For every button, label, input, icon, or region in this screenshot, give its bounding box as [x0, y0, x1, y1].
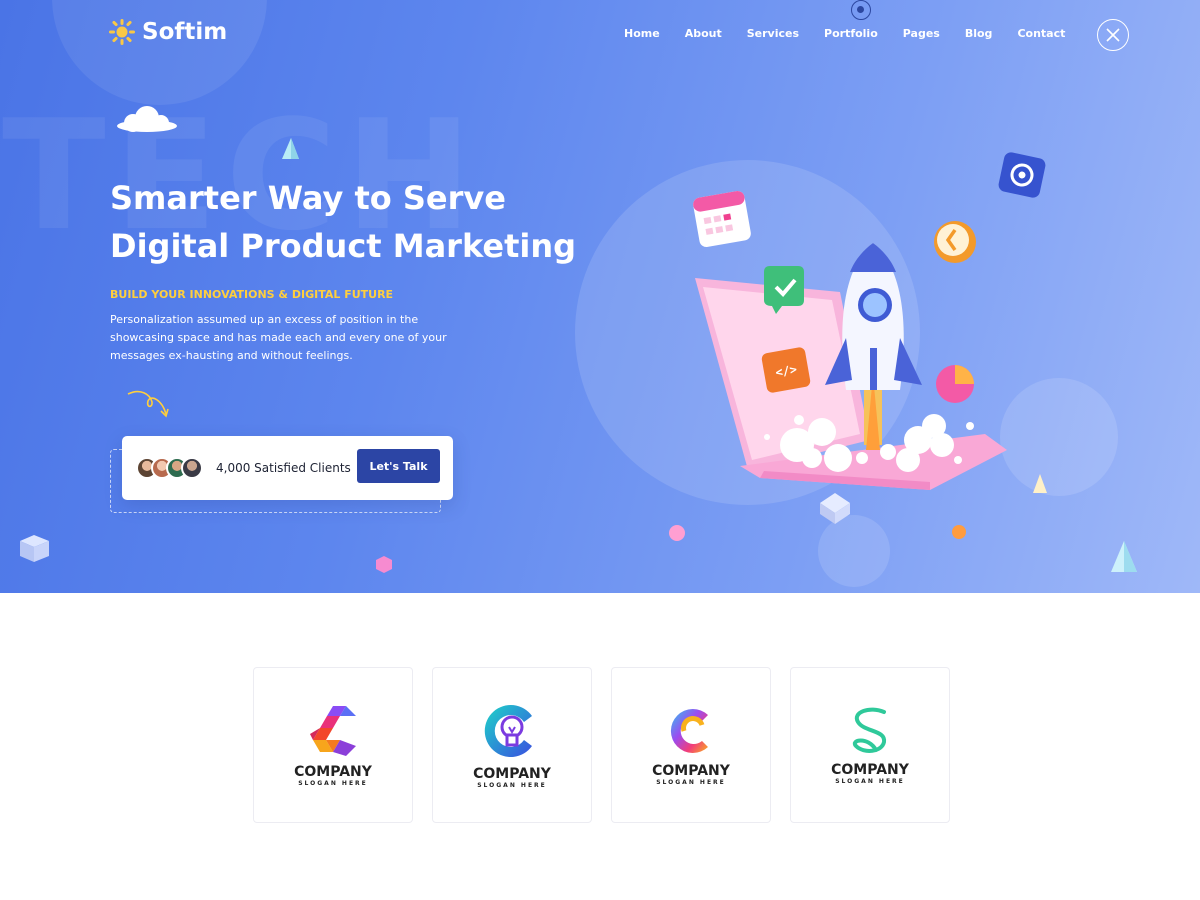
brand-name: COMPANY [831, 761, 909, 778]
brand-card[interactable]: COMPANY SLOGAN HERE [611, 667, 771, 823]
clients-count: 4,000 Satisfied Clients [216, 461, 351, 475]
cube-shape [820, 493, 850, 524]
close-icon [1106, 28, 1120, 42]
gem-shape [376, 556, 392, 573]
logo-text: Softim [142, 19, 228, 45]
curved-arrow-icon [127, 390, 169, 418]
hero-tagline: BUILD YOUR INNOVATIONS & DIGITAL FUTURE [110, 288, 394, 301]
nav-contact[interactable]: Contact [1017, 27, 1065, 40]
hexagon-c-logo-icon [310, 705, 356, 756]
logo[interactable]: Softim [108, 18, 227, 46]
pie-chart-icon [936, 365, 974, 403]
avatar [181, 457, 203, 479]
cube-shape [20, 535, 49, 562]
ball-shape [952, 525, 966, 539]
pyramid-shape [1033, 474, 1047, 493]
hero-section: TECH </> Softim Home About Services Port… [0, 0, 1200, 593]
brand-name: COMPANY [473, 765, 551, 782]
nav-blog[interactable]: Blog [965, 27, 993, 40]
nav-indicator-dot [851, 0, 871, 20]
swirl-c-logo-icon [670, 708, 708, 753]
brand-card[interactable]: COMPANY SLOGAN HERE [253, 667, 413, 823]
hero-paragraph: Personalization assumed up an excess of … [110, 313, 447, 362]
brand-slogan: SLOGAN HERE [298, 779, 368, 787]
brand-card[interactable]: COMPANY SLOGAN HERE [790, 667, 950, 823]
nav-home[interactable]: Home [624, 27, 660, 40]
close-button[interactable] [1097, 19, 1129, 51]
nav-pages[interactable]: Pages [903, 27, 940, 40]
clock-icon [934, 221, 976, 263]
nav-portfolio[interactable]: Portfolio [824, 27, 878, 40]
lightbulb-c-logo-icon [484, 704, 532, 757]
lets-talk-button[interactable]: Let's Talk [357, 449, 440, 483]
code-icon: </> [761, 347, 811, 393]
brand-logos: COMPANY SLOGAN HERE COMPANY SLOGAN HERE [253, 667, 950, 823]
email-at-icon [998, 152, 1046, 198]
brand-slogan: SLOGAN HERE [835, 777, 905, 785]
brand-card[interactable]: COMPANY SLOGAN HERE [432, 667, 592, 823]
client-avatars [136, 457, 203, 479]
main-nav: Home About Services Portfolio Pages Blog… [624, 27, 1090, 40]
brand-slogan: SLOGAN HERE [477, 781, 547, 789]
nav-services[interactable]: Services [747, 27, 799, 40]
sun-logo-icon [109, 19, 135, 45]
ribbon-s-logo-icon [852, 707, 886, 753]
cloud-icon [117, 106, 177, 132]
calendar-icon [693, 190, 751, 248]
brand-name: COMPANY [652, 762, 730, 779]
brand-slogan: SLOGAN HERE [656, 778, 726, 786]
nav-about[interactable]: About [685, 27, 722, 40]
cta-card: 4,000 Satisfied Clients Let's Talk [122, 436, 453, 500]
hero-headline: Smarter Way to Serve Digital Product Mar… [110, 179, 577, 265]
brand-name: COMPANY [294, 763, 372, 780]
ball-shape [669, 525, 685, 541]
